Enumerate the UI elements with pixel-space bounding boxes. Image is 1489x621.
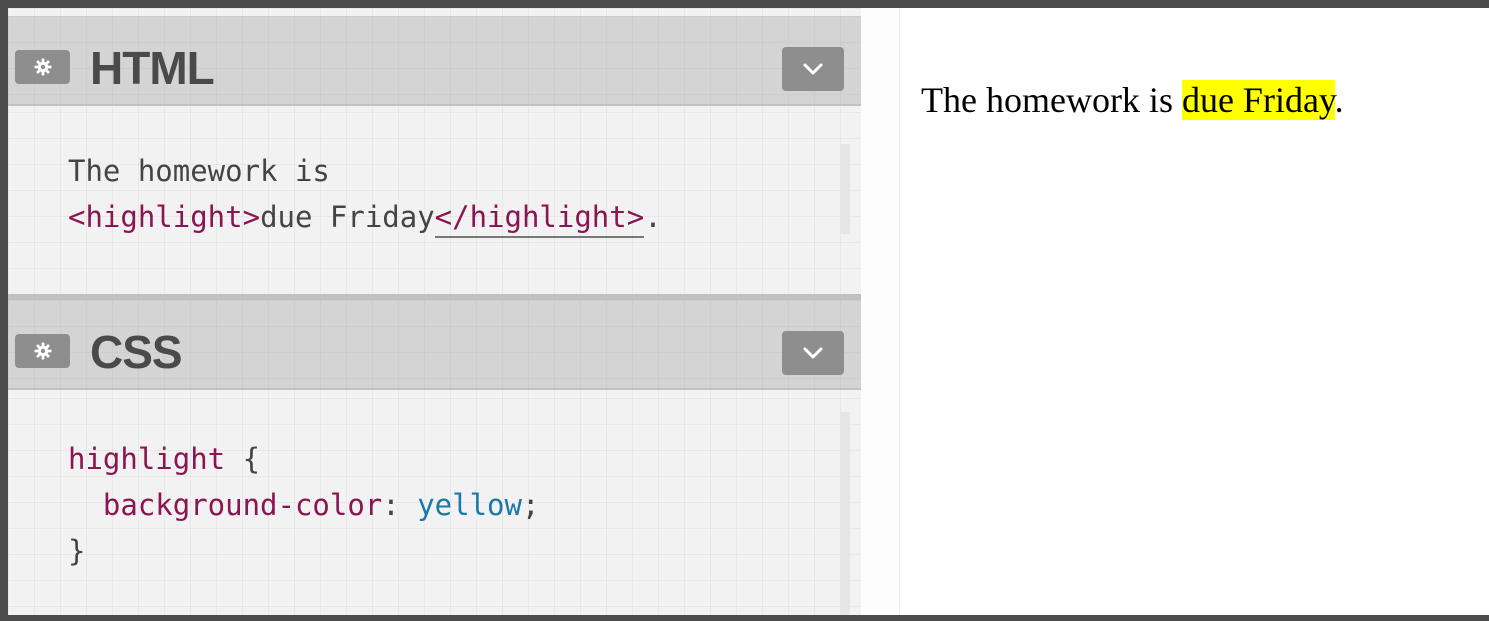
html-scrollbar[interactable]	[840, 144, 850, 234]
preview-text-after: .	[1334, 80, 1344, 120]
html-code-editor[interactable]: The homework is <highlight>due Friday</h…	[68, 148, 662, 240]
html-panel-header: HTML	[8, 16, 861, 106]
open-tag: <highlight>	[68, 200, 261, 234]
css-panel-header: CSS	[8, 300, 861, 390]
css-code-editor[interactable]: highlight { background-color: yellow; }	[68, 436, 539, 574]
preview-output: The homework is due Friday.	[921, 78, 1344, 122]
chevron-down-icon	[803, 63, 823, 75]
preview-gutter	[861, 8, 900, 615]
code-line-2: <highlight>due Friday</highlight>.	[68, 200, 662, 238]
gear-icon	[34, 58, 51, 76]
preview-pane: The homework is due Friday.	[861, 8, 1489, 615]
code-line-1: The homework is	[68, 154, 330, 188]
css-colon: :	[382, 488, 418, 522]
gear-icon	[34, 342, 51, 360]
editor-column: HTML The homework is <highlight>due Frid…	[8, 8, 862, 615]
close-tag: </highlight>	[434, 200, 645, 238]
highlighted-text: due Friday	[1181, 80, 1335, 120]
css-semicolon: ;	[521, 488, 540, 522]
chevron-down-icon	[803, 347, 823, 359]
css-panel-title: CSS	[90, 326, 183, 378]
app-frame: HTML The homework is <highlight>due Frid…	[0, 0, 1489, 621]
html-panel-title: HTML	[90, 42, 215, 94]
preview-text-before: The homework is	[921, 80, 1182, 120]
css-property: background-color	[102, 488, 383, 522]
css-value: yellow	[417, 488, 522, 522]
html-settings-button[interactable]	[15, 50, 70, 84]
css-scrollbar[interactable]	[840, 412, 850, 615]
css-settings-button[interactable]	[15, 334, 70, 368]
css-open-brace: {	[225, 442, 261, 476]
css-collapse-button[interactable]	[782, 331, 844, 375]
tag-content: due Friday	[260, 200, 435, 234]
css-selector: highlight	[68, 442, 226, 476]
line-end: .	[644, 200, 662, 234]
css-indent	[68, 488, 103, 522]
html-collapse-button[interactable]	[782, 47, 844, 91]
css-close-brace: }	[68, 534, 86, 568]
